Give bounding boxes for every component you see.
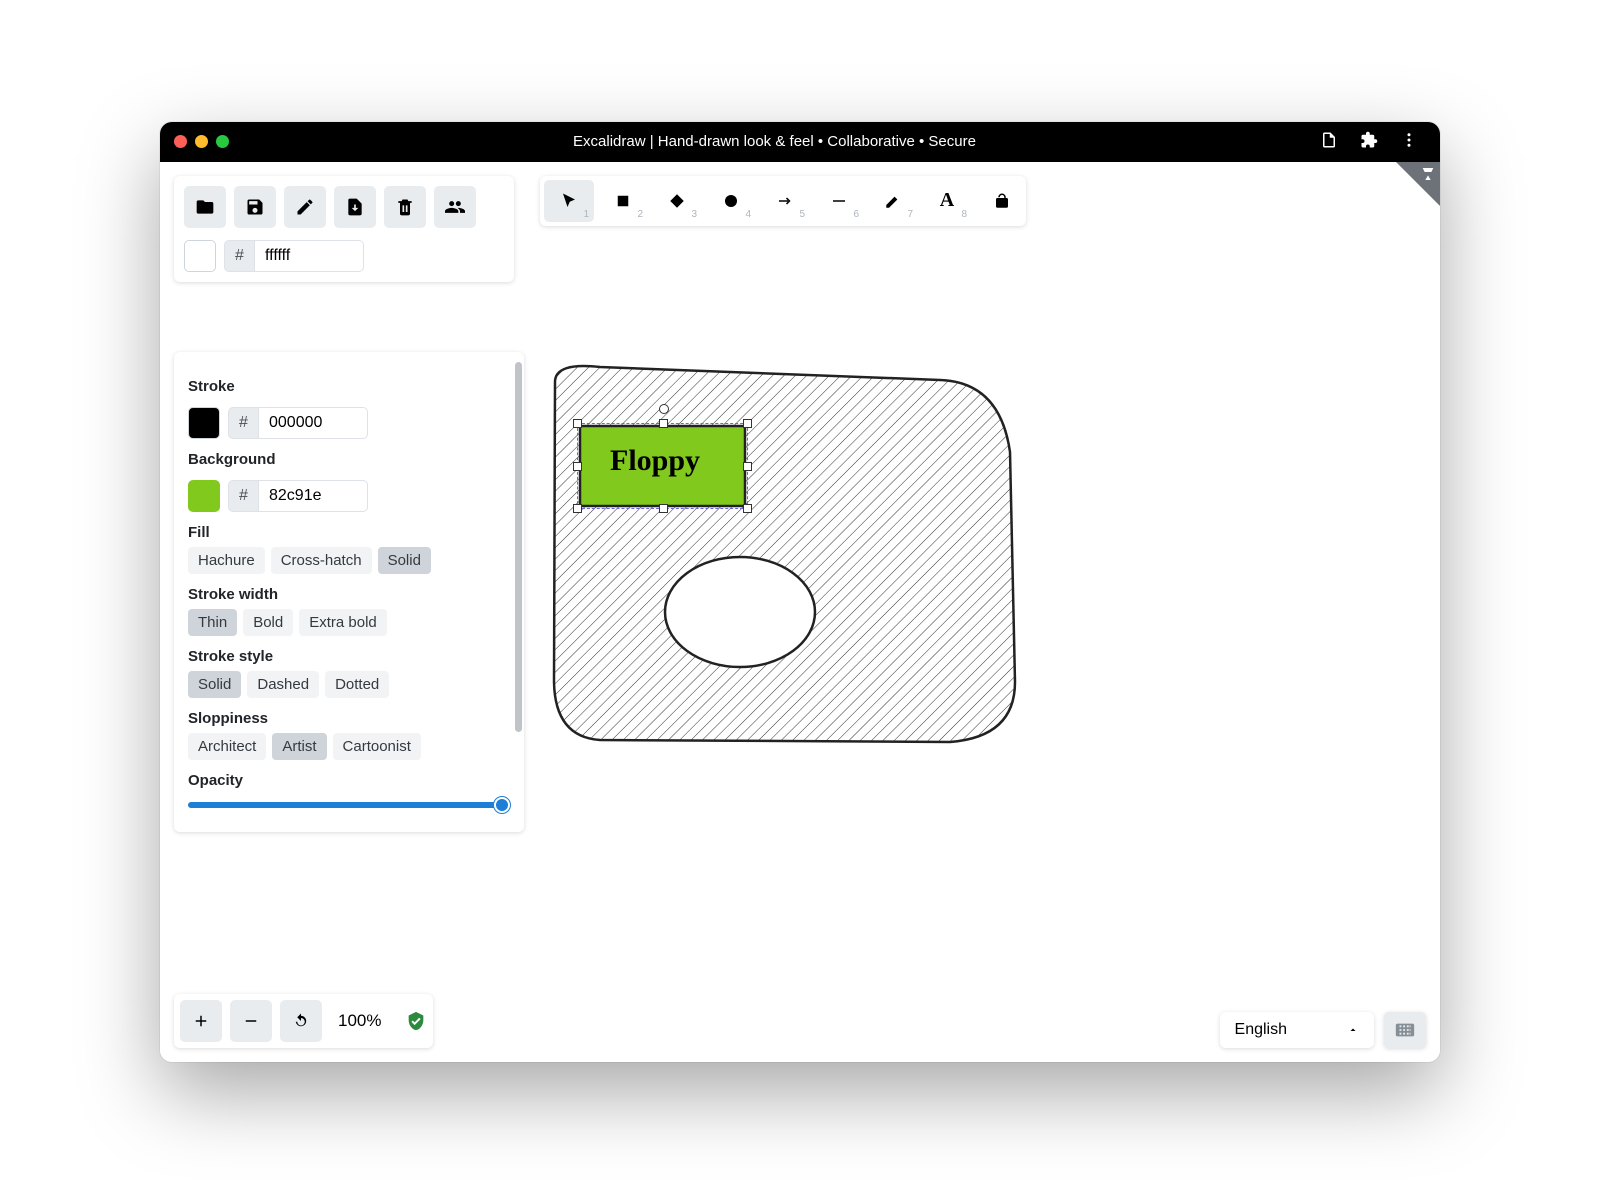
resize-handle-sw[interactable]	[573, 504, 582, 513]
export-button[interactable]	[334, 186, 376, 228]
titlebar: Excalidraw | Hand-drawn look & feel • Co…	[160, 122, 1440, 162]
resize-handle-s[interactable]	[659, 504, 668, 513]
hash-label: #	[224, 240, 254, 272]
zoom-panel: 100%	[174, 994, 433, 1048]
sloppiness-artist[interactable]: Artist	[272, 733, 326, 760]
window-title: Excalidraw | Hand-drawn look & feel • Co…	[229, 133, 1320, 150]
tool-shortcut: 4	[745, 209, 751, 220]
tool-shortcut: 8	[961, 209, 967, 220]
resize-handle-nw[interactable]	[573, 419, 582, 428]
zoom-reset-button[interactable]	[280, 1000, 322, 1042]
encrypted-icon	[405, 1010, 427, 1032]
opacity-label: Opacity	[188, 772, 510, 789]
save-as-button[interactable]	[284, 186, 326, 228]
fill-hachure[interactable]: Hachure	[188, 547, 265, 574]
tool-shortcut: 7	[907, 209, 913, 220]
resize-handle-se[interactable]	[743, 504, 752, 513]
selection-box	[577, 423, 748, 509]
tool-shortcut: 6	[853, 209, 859, 220]
zoom-in-button[interactable]	[180, 1000, 222, 1042]
stroke-style-label: Stroke style	[188, 648, 510, 665]
hash-label: #	[228, 480, 258, 512]
more-icon[interactable]	[1400, 131, 1418, 153]
zoom-out-button[interactable]	[230, 1000, 272, 1042]
tool-arrow[interactable]: 5	[760, 180, 810, 222]
tool-shortcut: 5	[799, 209, 805, 220]
stroke-width-thin[interactable]: Thin	[188, 609, 237, 636]
scrollbar[interactable]	[515, 362, 522, 732]
stroke-style-dotted[interactable]: Dotted	[325, 671, 389, 698]
resize-handle-n[interactable]	[659, 419, 668, 428]
file-icon[interactable]	[1320, 131, 1338, 153]
collaborate-button[interactable]	[434, 186, 476, 228]
traffic-lights	[174, 135, 229, 148]
resize-handle-ne[interactable]	[743, 419, 752, 428]
bottom-right-controls: English	[1220, 1012, 1426, 1048]
tool-shortcut: 1	[583, 209, 589, 220]
tool-shortcut: 2	[637, 209, 643, 220]
keyboard-shortcuts-button[interactable]	[1384, 1012, 1426, 1048]
drawn-shape-hole[interactable]	[665, 557, 815, 667]
fill-crosshatch[interactable]: Cross-hatch	[271, 547, 372, 574]
extension-icon[interactable]	[1360, 131, 1378, 153]
stroke-hex-input[interactable]	[258, 407, 368, 439]
sloppiness-cartoonist[interactable]: Cartoonist	[333, 733, 421, 760]
zoom-level: 100%	[330, 1011, 389, 1031]
shape-toolbar: 1 2 3 4 5 6 7	[540, 176, 1026, 226]
tool-draw[interactable]: 7	[868, 180, 918, 222]
minimize-window-button[interactable]	[195, 135, 208, 148]
save-button[interactable]	[234, 186, 276, 228]
language-value: English	[1235, 1021, 1287, 1039]
properties-panel: Stroke # Background # Fill Hachure Cros	[174, 352, 524, 832]
lock-button[interactable]	[982, 180, 1022, 222]
stroke-width-label: Stroke width	[188, 586, 510, 603]
tool-ellipse[interactable]: 4	[706, 180, 756, 222]
opacity-slider[interactable]	[188, 802, 510, 808]
open-button[interactable]	[184, 186, 226, 228]
resize-handle-w[interactable]	[573, 462, 582, 471]
background-hex-input[interactable]	[258, 480, 368, 512]
file-panel: #	[174, 176, 514, 282]
sloppiness-architect[interactable]: Architect	[188, 733, 266, 760]
stroke-width-options: Thin Bold Extra bold	[188, 609, 510, 636]
language-select[interactable]: English	[1220, 1012, 1374, 1048]
titlebar-actions	[1320, 131, 1426, 153]
maximize-window-button[interactable]	[216, 135, 229, 148]
tool-text[interactable]: A 8	[922, 180, 972, 222]
fill-label: Fill	[188, 524, 510, 541]
stroke-width-bold[interactable]: Bold	[243, 609, 293, 636]
stroke-label: Stroke	[188, 378, 510, 395]
tool-line[interactable]: 6	[814, 180, 864, 222]
tool-selection[interactable]: 1	[544, 180, 594, 222]
tool-diamond[interactable]: 3	[652, 180, 702, 222]
app-window: Excalidraw | Hand-drawn look & feel • Co…	[160, 122, 1440, 1062]
canvas-bg-row: #	[184, 240, 504, 272]
hash-label: #	[228, 407, 258, 439]
chevron-up-icon	[1347, 1024, 1359, 1036]
canvas-bg-input[interactable]	[254, 240, 364, 272]
clear-canvas-button[interactable]	[384, 186, 426, 228]
stroke-width-extrabold[interactable]: Extra bold	[299, 609, 387, 636]
background-label: Background	[188, 451, 510, 468]
resize-handle-e[interactable]	[743, 462, 752, 471]
app-content: Floppy	[160, 162, 1440, 1062]
rotate-handle[interactable]	[659, 404, 669, 414]
canvas-bg-swatch[interactable]	[184, 240, 216, 272]
stroke-style-solid[interactable]: Solid	[188, 671, 241, 698]
tool-rectangle[interactable]: 2	[598, 180, 648, 222]
stroke-style-options: Solid Dashed Dotted	[188, 671, 510, 698]
background-swatch[interactable]	[188, 480, 220, 512]
fill-options: Hachure Cross-hatch Solid	[188, 547, 510, 574]
close-window-button[interactable]	[174, 135, 187, 148]
sloppiness-label: Sloppiness	[188, 710, 510, 727]
tool-shortcut: 3	[691, 209, 697, 220]
sloppiness-options: Architect Artist Cartoonist	[188, 733, 510, 760]
stroke-swatch[interactable]	[188, 407, 220, 439]
fill-solid[interactable]: Solid	[378, 547, 431, 574]
stroke-style-dashed[interactable]: Dashed	[247, 671, 319, 698]
